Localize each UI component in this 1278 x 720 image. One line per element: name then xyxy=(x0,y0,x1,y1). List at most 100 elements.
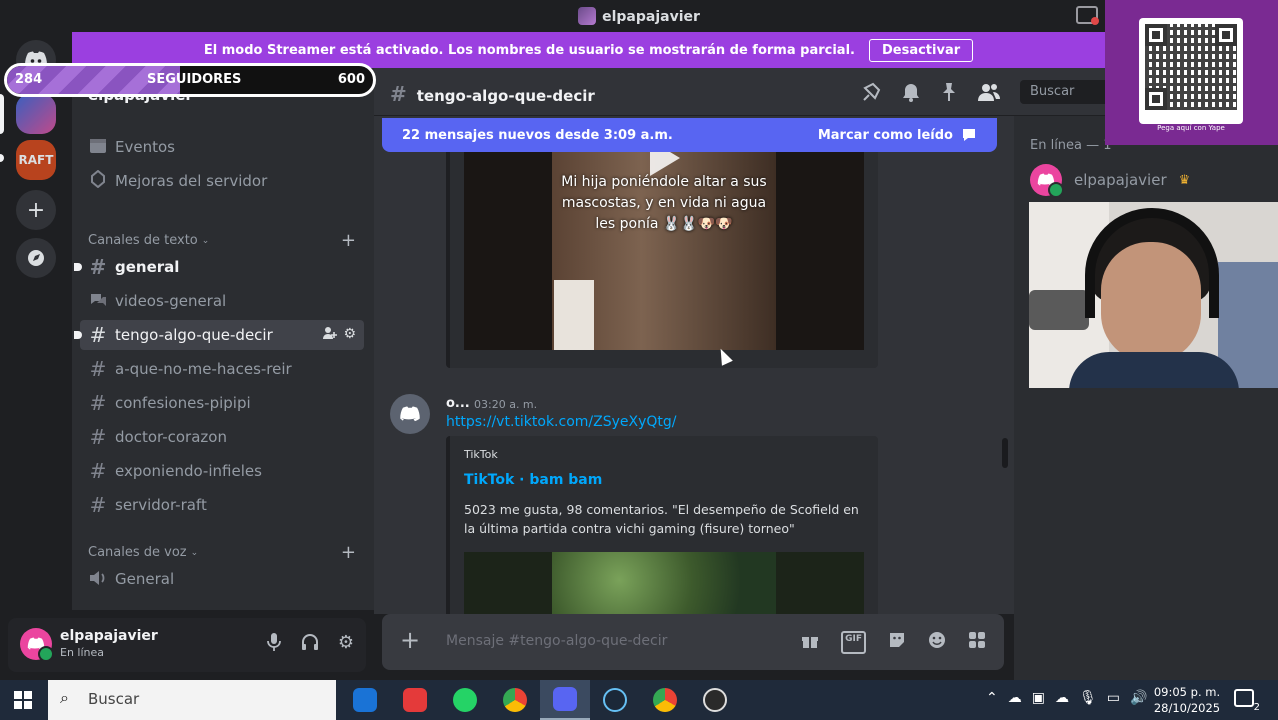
gear-icon[interactable]: ⚙ xyxy=(343,326,356,344)
message-author[interactable]: o... xyxy=(446,396,470,411)
streamer-banner-text: El modo Streamer está activado. Los nomb… xyxy=(203,42,855,58)
channel-header: # tengo-algo-que-decir Buscar xyxy=(374,68,1110,116)
qr-caption: Pega aquí con Yape xyxy=(1157,124,1225,132)
pin-icon[interactable] xyxy=(940,82,958,107)
bell-icon[interactable] xyxy=(902,82,920,107)
taskbar-search-placeholder: Buscar xyxy=(88,690,140,708)
discord-taskbar-icon[interactable] xyxy=(540,680,590,720)
add-channel-icon[interactable]: + xyxy=(341,230,356,251)
embed-thumbnail[interactable] xyxy=(464,552,864,614)
message-link[interactable]: https://vt.tiktok.com/ZSyeXyQtg/ xyxy=(446,414,677,430)
windows-start-icon[interactable] xyxy=(14,691,32,709)
message-list[interactable]: 22 mensajes nuevos desde 3:09 a.m. Marca… xyxy=(374,116,1014,614)
member-row[interactable]: elpapajavier ♛ xyxy=(1030,164,1190,198)
microphone-icon[interactable]: 🎙 xyxy=(1079,690,1097,706)
video-embed[interactable]: Mi hija poniéndole altar a sus mascostas… xyxy=(446,136,878,368)
category-voice-channels[interactable]: Canales de voz ⌄ + xyxy=(88,542,356,563)
channel-title: # tengo-algo-que-decir xyxy=(390,82,595,106)
sticker-icon[interactable] xyxy=(888,631,906,654)
hash-icon: # xyxy=(89,391,107,415)
avatar[interactable] xyxy=(390,394,430,434)
webcam-overlay xyxy=(1029,202,1278,388)
mark-as-read-button[interactable]: Marcar como leído xyxy=(818,128,977,143)
channel-confesiones-pipipi[interactable]: # confesiones-pipipi xyxy=(80,388,364,418)
compass-icon[interactable] xyxy=(16,238,56,278)
taskbar-search[interactable]: ⌕ Buscar xyxy=(48,680,336,720)
avatar[interactable] xyxy=(20,628,54,662)
network-icon[interactable]: ▭ xyxy=(1107,690,1120,706)
category-text-channels[interactable]: Canales de texto ⌄ + xyxy=(88,230,356,251)
cloud-icon[interactable]: ☁ xyxy=(1008,690,1022,706)
video-frame[interactable]: Mi hija poniéndole altar a sus mascostas… xyxy=(464,150,864,350)
server-avatar-icon[interactable] xyxy=(16,94,56,134)
qr-finder xyxy=(1215,24,1237,46)
search-input[interactable]: Buscar xyxy=(1020,80,1110,104)
obs-icon[interactable] xyxy=(690,680,740,720)
members-icon[interactable] xyxy=(978,82,1000,107)
server-raft-label: RAFT xyxy=(18,153,54,167)
channel-a-que-no-me-haces-reir[interactable]: # a-que-no-me-haces-reir xyxy=(80,354,364,384)
channel-label: general xyxy=(115,258,180,276)
threads-icon[interactable] xyxy=(862,82,882,107)
clock-date: 28/10/2025 xyxy=(1153,701,1221,715)
new-messages-bar[interactable]: 22 mensajes nuevos desde 3:09 a.m. Marca… xyxy=(382,118,997,152)
channel-tengo-algo-que-decir[interactable]: # tengo-algo-que-decir ⚙ xyxy=(74,320,364,350)
screen: elpapajavier RAFT + El modo Streamer est… xyxy=(0,0,1278,720)
avatar[interactable] xyxy=(1030,164,1064,198)
whatsapp-icon[interactable] xyxy=(440,680,490,720)
channel-exponiendo-infieles[interactable]: # exponiendo-infieles xyxy=(80,456,364,486)
embed-title[interactable]: TikTok · bam bam xyxy=(464,472,602,488)
title-bar: elpapajavier xyxy=(0,0,1278,32)
add-server-icon[interactable]: + xyxy=(16,190,56,230)
invite-icon[interactable] xyxy=(323,326,338,344)
channel-general[interactable]: # general xyxy=(74,252,364,282)
steam-icon[interactable] xyxy=(590,680,640,720)
channel-servidor-raft[interactable]: # servidor-raft xyxy=(80,490,364,520)
apps-icon[interactable] xyxy=(968,631,986,654)
wps-office-icon[interactable] xyxy=(390,680,440,720)
headphones-icon[interactable] xyxy=(300,632,320,657)
attach-plus-icon[interactable]: + xyxy=(400,626,420,654)
channel-sidebar: elpapajavier Eventos Mejoras del servido… xyxy=(72,68,374,610)
wps-office-icon-glyph xyxy=(403,688,427,712)
followers-current: 284 xyxy=(15,72,43,87)
sidebar-item-events[interactable]: Eventos xyxy=(80,132,364,162)
channel-label: videos-general xyxy=(115,292,227,310)
webcam-person-body xyxy=(1069,352,1239,388)
chevron-up-icon[interactable]: ⌃ xyxy=(986,690,998,706)
member-name: elpapajavier xyxy=(1074,171,1167,189)
meet-icon[interactable]: ▣ xyxy=(1032,690,1045,706)
volume-icon[interactable]: 🔊 xyxy=(1130,690,1147,706)
screen-share-icon[interactable] xyxy=(1076,6,1099,25)
clock[interactable]: 09:05 p. m. 28/10/2025 xyxy=(1152,684,1222,716)
notifications-icon[interactable]: 2 xyxy=(1234,689,1260,713)
channel-videos-general[interactable]: videos-general xyxy=(80,286,364,316)
channel-label: a-que-no-me-haces-reir xyxy=(115,360,292,378)
calendar-icon xyxy=(88,135,108,159)
gift-icon[interactable] xyxy=(801,631,819,654)
speaker-icon xyxy=(88,567,108,591)
taskbar: ⌕ Buscar ⌃ ☁ ▣ ☁ 🎙 ▭ 🔊 09:05 p. m. 28/10… xyxy=(0,680,1278,720)
chrome-icon[interactable] xyxy=(490,680,540,720)
microphone-icon[interactable] xyxy=(266,632,282,657)
chrome-icon[interactable] xyxy=(640,680,690,720)
qr-code xyxy=(1139,18,1243,124)
message-input[interactable]: Mensaje #tengo-algo-que-decir xyxy=(446,633,667,649)
emoji-icon[interactable] xyxy=(928,631,946,654)
channel-doctor-corazon[interactable]: # doctor-corazon xyxy=(80,422,364,452)
sidebar-item-boosts[interactable]: Mejoras del servidor xyxy=(80,166,364,196)
gif-icon[interactable]: GIF xyxy=(841,631,866,654)
onedrive-icon[interactable]: ☁ xyxy=(1055,690,1069,706)
gear-icon[interactable]: ⚙ xyxy=(338,632,354,657)
scrollbar[interactable] xyxy=(1002,438,1008,468)
server-rail: RAFT + xyxy=(0,32,72,680)
hash-icon: # xyxy=(390,82,407,106)
embed-description: 5023 me gusta, 98 comentarios. "El desem… xyxy=(464,502,859,536)
message-composer: + Mensaje #tengo-algo-que-decir GIF xyxy=(382,614,1004,670)
outlook-icon[interactable] xyxy=(340,680,390,720)
server-raft[interactable]: RAFT xyxy=(16,140,56,180)
add-channel-icon[interactable]: + xyxy=(341,542,356,563)
username[interactable]: elpapajavier xyxy=(60,628,158,644)
voice-channel-general[interactable]: General xyxy=(80,564,364,594)
deactivate-button[interactable]: Desactivar xyxy=(868,38,974,62)
